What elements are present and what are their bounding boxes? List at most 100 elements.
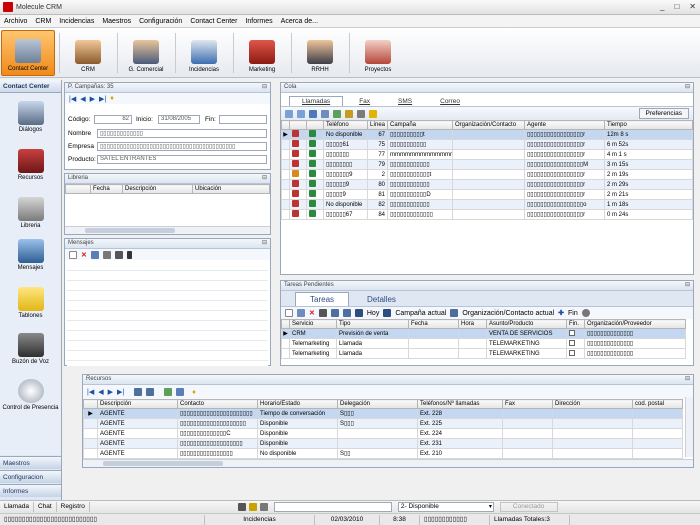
col-contacto[interactable]: Contacto <box>177 399 258 409</box>
filter-icon[interactable] <box>330 309 339 317</box>
col-fin[interactable]: Fin. <box>566 319 585 329</box>
delete-icon[interactable]: ✕ <box>309 309 315 317</box>
pin-icon[interactable]: ⊟ <box>262 239 267 246</box>
ribbon-rrhh[interactable]: RRHH <box>295 30 345 76</box>
table-row[interactable]: ▯▯▯▯▯▯▯9 2 ▯▯▯▯▯▯▯▯▯▯▯▯t ▯▯▯▯▯▯▯▯▯▯▯▯▯▯▯▯▯r… <box>281 169 693 180</box>
ribbon-g-comercial[interactable]: G. Comercial <box>121 30 171 76</box>
tab-sms[interactable]: SMS <box>386 97 424 106</box>
table-row[interactable]: ▯▯▯▯▯61 75 ▯▯▯▯▯▯▯▯▯▯▯ ▯▯▯▯▯▯▯▯▯▯▯▯▯▯▯▯▯r 6 … <box>281 139 693 150</box>
col-delegacion[interactable]: Delegación <box>337 399 418 409</box>
tab-tareas[interactable]: Tareas <box>295 292 350 306</box>
empresa-field[interactable]: ▯▯▯▯▯▯▯▯▯▯▯▯▯▯▯▯▯▯▯▯▯▯▯▯▯▯▯▯▯▯▯▯▯▯▯▯▯▯▯▯… <box>97 142 267 151</box>
filter-icon[interactable] <box>134 388 143 396</box>
dial-input[interactable] <box>273 502 392 512</box>
nav-dialogos[interactable]: Diálogos <box>0 101 61 134</box>
conectado-button[interactable]: Conectado <box>499 502 558 512</box>
prev-record-icon[interactable]: ◀ <box>98 388 103 396</box>
close-icon[interactable]: ✕ <box>689 2 696 11</box>
col-org-proveedor[interactable]: Organización/Proveedor <box>584 319 686 329</box>
last-record-icon[interactable]: ▶| <box>99 95 106 103</box>
libreria-hscroll[interactable] <box>65 226 270 234</box>
table-row[interactable]: ▯▯▯▯▯▯67 84 ▯▯▯▯▯▯▯▯▯▯▯▯▯ ▯▯▯▯▯▯▯▯▯▯▯▯▯▯▯▯▯… <box>281 209 693 220</box>
tab-registro[interactable]: Registro <box>57 502 90 512</box>
delete-icon[interactable]: ✕ <box>81 251 87 259</box>
filter-clear-icon[interactable] <box>342 309 351 317</box>
nav-control-presencia[interactable]: Control de Presencia <box>0 379 61 412</box>
lightbulb-icon[interactable] <box>369 109 377 118</box>
tab-correo[interactable]: Correo <box>428 97 472 106</box>
col-tipo[interactable]: Tipo <box>336 319 409 329</box>
col-campana[interactable]: Campaña <box>387 120 453 130</box>
tab-llamada[interactable]: Llamada <box>0 502 34 512</box>
tab-fax[interactable]: Fax <box>347 97 382 106</box>
last-record-icon[interactable]: ▶| <box>117 388 124 396</box>
transfer-icon[interactable] <box>309 109 317 118</box>
filter-icon[interactable] <box>345 109 353 118</box>
pin-icon[interactable]: ⊟ <box>262 83 267 90</box>
nombre-field[interactable]: ▯▯▯▯▯▯▯▯▯▯▯▯▯ <box>97 129 267 138</box>
ribbon-incidencias[interactable]: Incidencias <box>179 30 229 76</box>
table-row[interactable]: ▯▯▯▯▯9 81 ▯▯▯▯▯▯▯▯▯▯▯D ▯▯▯▯▯▯▯▯▯▯▯▯▯▯▯▯▯r 2 … <box>281 189 693 200</box>
first-record-icon[interactable]: |◀ <box>87 388 94 396</box>
ribbon-crm[interactable]: CRM <box>63 30 113 76</box>
folder-open-icon[interactable] <box>297 109 305 118</box>
table-row[interactable]: Telemarketing Llamada TELEMARKETING ▯▯▯▯▯▯▯… <box>281 348 686 359</box>
checkbox[interactable] <box>569 329 575 336</box>
table-row[interactable]: AGENTE ▯▯▯▯▯▯▯▯▯▯▯▯▯▯▯▯▯▯▯ Disponible Ext. … <box>83 438 683 449</box>
table-row[interactable]: ▶ AGENTE ▯▯▯▯▯▯▯▯▯▯▯▯▯▯▯▯▯▯▯▯▯▯ Tiempo de c… <box>83 408 683 419</box>
calendar-icon[interactable] <box>354 309 363 317</box>
col-linea[interactable]: Línea <box>367 120 388 130</box>
menu-configuracion[interactable]: Configuración <box>139 18 182 25</box>
table-row[interactable]: AGENTE ▯▯▯▯▯▯▯▯▯▯▯▯▯▯▯▯ No disponible S▯▯ Ex… <box>83 448 683 459</box>
menu-acerca[interactable]: Acerca de... <box>281 18 318 25</box>
checkbox[interactable] <box>569 349 575 356</box>
tab-detalles[interactable]: Detalles <box>353 293 410 306</box>
fin-button[interactable]: Fin <box>568 310 578 317</box>
campana-actual-button[interactable]: Campaña actual <box>395 310 446 317</box>
import-icon[interactable] <box>90 250 99 259</box>
col-organizacion[interactable]: Organización/Contacto <box>452 120 525 130</box>
new-icon[interactable] <box>69 250 77 259</box>
checkbox[interactable] <box>569 339 575 346</box>
refresh-icon[interactable] <box>164 388 173 396</box>
nav-informes[interactable]: Informes <box>0 484 61 497</box>
menu-archivo[interactable]: Archivo <box>4 18 27 25</box>
plus-icon[interactable]: ✚ <box>558 309 564 317</box>
table-row[interactable]: AGENTE ▯▯▯▯▯▯▯▯▯▯▯▯▯▯C Disponible Ext. 224 <box>83 428 683 439</box>
folder-icon[interactable] <box>285 109 293 118</box>
col-descripcion[interactable]: Descripción <box>122 184 193 194</box>
filter-clear-icon[interactable] <box>146 388 155 396</box>
recursos-vscroll[interactable] <box>685 397 693 457</box>
nav-configuracion[interactable]: Configuracion <box>0 470 61 483</box>
prev-record-icon[interactable]: ◀ <box>80 95 85 103</box>
pin-icon[interactable]: ⊟ <box>262 174 267 181</box>
export-icon[interactable] <box>114 250 123 259</box>
pin-icon[interactable]: ⊟ <box>685 281 690 288</box>
diagnostic-icon[interactable] <box>259 503 268 511</box>
edit-icon[interactable] <box>297 309 305 317</box>
table-row[interactable]: ▶ No disponible 67 ▯▯▯▯▯▯▯▯▯▯t ▯▯▯▯▯▯▯▯▯▯▯▯▯… <box>281 129 693 140</box>
menu-incidencias[interactable]: Incidencias <box>59 18 94 25</box>
export-icon[interactable] <box>176 388 185 396</box>
new-icon[interactable] <box>285 309 293 317</box>
hoy-button[interactable]: Hoy <box>367 310 379 317</box>
tools-icon[interactable] <box>237 503 246 511</box>
menu-maestros[interactable]: Maestros <box>102 18 131 25</box>
col-fecha[interactable]: Fecha <box>90 184 123 194</box>
col-tiempo[interactable]: Tiempo <box>604 120 693 130</box>
next-record-icon[interactable]: ▶ <box>90 95 95 103</box>
table-row[interactable]: ▯▯▯▯▯▯9 80 ▯▯▯▯▯▯▯▯▯▯▯▯ ▯▯▯▯▯▯▯▯▯▯▯▯▯▯▯▯▯r 2… <box>281 179 693 190</box>
fin-field[interactable] <box>219 115 267 124</box>
queue-icon[interactable] <box>321 109 329 118</box>
refresh-icon[interactable] <box>333 109 341 118</box>
nav-recursos[interactable]: Recursos <box>0 149 61 182</box>
first-record-icon[interactable]: |◀ <box>69 95 76 103</box>
campaign-icon[interactable] <box>383 309 392 317</box>
col-cod-postal[interactable]: cod. postal <box>632 399 683 409</box>
org-icon[interactable] <box>450 309 459 317</box>
menu-crm[interactable]: CRM <box>35 18 51 25</box>
inicio-field[interactable]: 31/08/2005 <box>158 115 200 124</box>
nav-buzon-voz[interactable]: Buzón de Voz <box>0 333 61 366</box>
table-row[interactable]: AGENTE ▯▯▯▯▯▯▯▯▯▯▯▯▯▯▯▯▯▯▯▯ Disponible S▯▯▯… <box>83 418 683 429</box>
tab-chat[interactable]: Chat <box>34 502 57 512</box>
